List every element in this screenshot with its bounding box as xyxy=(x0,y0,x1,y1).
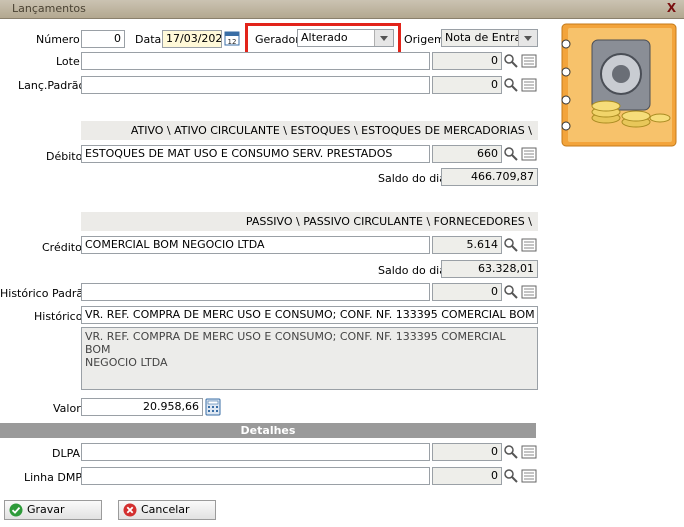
list-icon[interactable] xyxy=(521,444,537,460)
detalhes-section-header: Detalhes xyxy=(0,423,536,438)
linha-dmpl-label: Linha DMPL xyxy=(24,471,89,484)
list-icon[interactable] xyxy=(521,146,537,162)
cancelar-button-label: Cancelar xyxy=(141,503,190,516)
dlpa-code[interactable]: 0 xyxy=(432,443,502,461)
search-icon[interactable] xyxy=(503,468,519,484)
calculator-icon[interactable] xyxy=(204,398,222,416)
debito-account-input[interactable]: ESTOQUES DE MAT USO E CONSUMO SERV. PRES… xyxy=(81,145,430,163)
historico-memo[interactable]: VR. REF. COMPRA DE MERC USO E CONSUMO; C… xyxy=(81,327,538,390)
list-icon[interactable] xyxy=(521,237,537,253)
numero-label: Número xyxy=(36,33,80,46)
search-icon[interactable] xyxy=(503,444,519,460)
historico-label: Histórico xyxy=(34,310,83,323)
list-icon[interactable] xyxy=(521,468,537,484)
cancelar-button[interactable]: Cancelar xyxy=(118,500,216,520)
search-icon[interactable] xyxy=(503,146,519,162)
debito-code[interactable]: 660 xyxy=(432,145,502,163)
credito-account-path: PASSIVO \ PASSIVO CIRCULANTE \ FORNECEDO… xyxy=(81,212,538,231)
lote-input[interactable] xyxy=(81,52,430,70)
dlpa-input[interactable] xyxy=(81,443,430,461)
debito-saldo-value: 466.709,87 xyxy=(441,168,538,186)
debito-saldo-label: Saldo do dia xyxy=(378,172,446,185)
credito-saldo-value: 63.328,01 xyxy=(441,260,538,278)
origem-label: Origem xyxy=(404,33,445,46)
window-titlebar: Lançamentos X xyxy=(0,0,684,19)
valor-input[interactable]: 20.958,66 xyxy=(81,398,203,416)
list-icon[interactable] xyxy=(521,53,537,69)
window-title: Lançamentos xyxy=(12,2,86,15)
check-icon xyxy=(9,503,23,517)
chevron-down-icon[interactable] xyxy=(374,30,393,46)
linha-dmpl-input[interactable] xyxy=(81,467,430,485)
lote-code[interactable]: 0 xyxy=(432,52,502,70)
list-icon[interactable] xyxy=(521,284,537,300)
gerador-label: Gerador xyxy=(255,33,300,46)
search-icon[interactable] xyxy=(503,284,519,300)
debito-label: Débito xyxy=(46,150,83,163)
list-icon[interactable] xyxy=(521,77,537,93)
gerador-select[interactable]: Alterado xyxy=(297,29,394,47)
chevron-down-icon[interactable] xyxy=(518,30,537,46)
historico-memo-line-1: VR. REF. COMPRA DE MERC USO E CONSUMO; C… xyxy=(85,330,506,356)
data-label: Data xyxy=(135,33,162,46)
gravar-button-label: Gravar xyxy=(27,503,65,516)
historico-padrao-code[interactable]: 0 xyxy=(432,283,502,301)
lanc-padrao-code[interactable]: 0 xyxy=(432,76,502,94)
historico-padrao-label: Histórico Padrão xyxy=(0,287,90,300)
lanc-padrao-label: Lanç.Padrão xyxy=(18,79,86,92)
accounting-illustration-icon xyxy=(561,23,677,147)
gerador-value: Alterado xyxy=(301,31,348,44)
credito-account-input[interactable]: COMERCIAL BOM NEGOCIO LTDA xyxy=(81,236,430,254)
credito-code[interactable]: 5.614 xyxy=(432,236,502,254)
calendar-icon[interactable]: 12 xyxy=(224,30,240,46)
lote-label: Lote xyxy=(56,55,80,68)
dlpa-label: DLPA xyxy=(52,447,81,460)
data-input[interactable]: 17/03/2020 xyxy=(162,30,222,48)
origem-select[interactable]: Nota de Entrada xyxy=(441,29,538,47)
linha-dmpl-code[interactable]: 0 xyxy=(432,467,502,485)
credito-saldo-label: Saldo do dia xyxy=(378,264,446,277)
valor-label: Valor xyxy=(53,402,81,415)
historico-memo-line-2: NEGOCIO LTDA xyxy=(85,356,168,369)
lanc-padrao-input[interactable] xyxy=(81,76,430,94)
close-button[interactable]: X xyxy=(665,2,678,15)
search-icon[interactable] xyxy=(503,237,519,253)
numero-input[interactable]: 0 xyxy=(81,30,125,48)
credito-label: Crédito xyxy=(42,241,82,254)
cancel-icon xyxy=(123,503,137,517)
search-icon[interactable] xyxy=(503,53,519,69)
debito-account-path: ATIVO \ ATIVO CIRCULANTE \ ESTOQUES \ ES… xyxy=(81,121,538,140)
historico-padrao-input[interactable] xyxy=(81,283,430,301)
search-icon[interactable] xyxy=(503,77,519,93)
svg-text:12: 12 xyxy=(228,38,237,46)
historico-input[interactable]: VR. REF. COMPRA DE MERC USO E CONSUMO; C… xyxy=(81,306,538,324)
gravar-button[interactable]: Gravar xyxy=(4,500,102,520)
